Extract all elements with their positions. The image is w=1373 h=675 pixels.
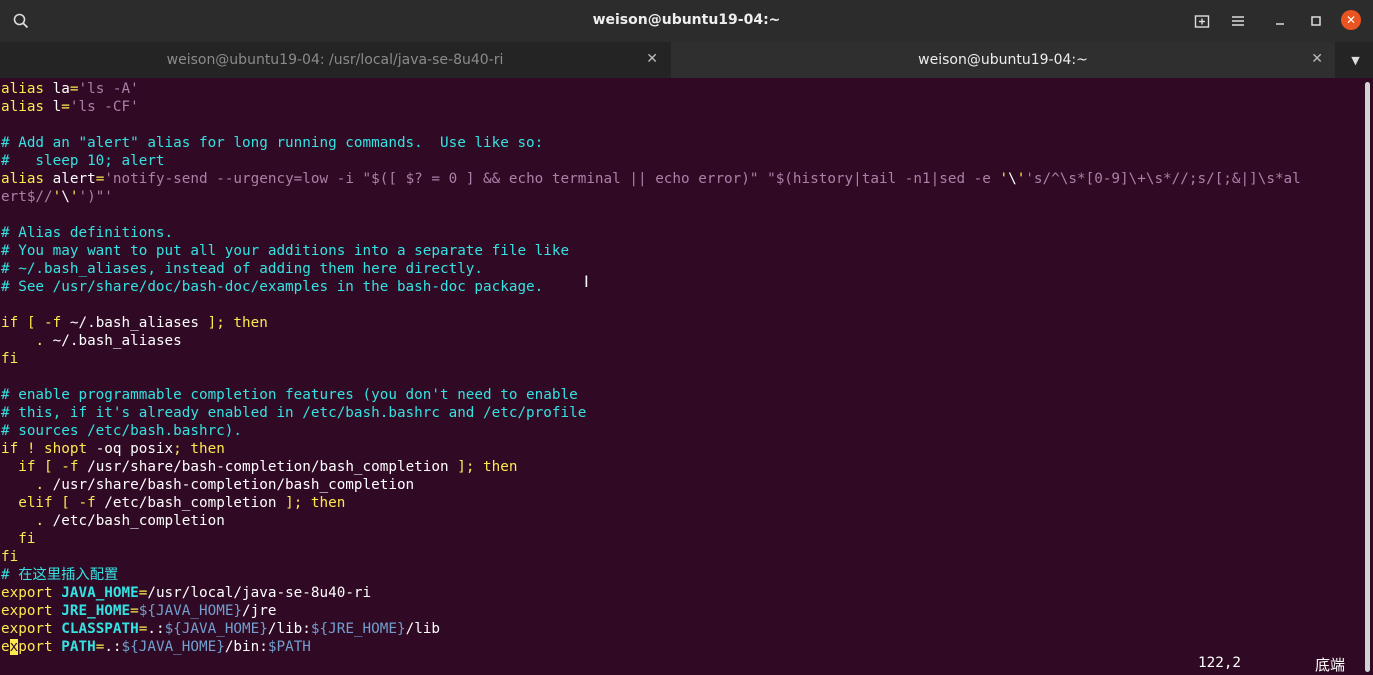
window-title: weison@ubuntu19-04:~ bbox=[592, 12, 781, 28]
tab-label: weison@ubuntu19-04: /usr/local/java-se-8… bbox=[166, 52, 504, 68]
close-icon[interactable]: ✕ bbox=[1341, 10, 1361, 30]
editor-line: export CLASSPATH=.:${JAVA_HOME}/lib:${JR… bbox=[1, 621, 441, 637]
editor-line: . /etc/bash_completion bbox=[35, 513, 225, 529]
editor-line: # See /usr/share/doc/bash-doc/examples i… bbox=[1, 279, 544, 295]
editor-line: alias l='ls -CF' bbox=[1, 99, 139, 115]
editor-line: ert$//'\'')"' bbox=[1, 189, 113, 205]
chevron-down-icon[interactable]: ▼ bbox=[1338, 42, 1373, 78]
editor-line: . /usr/share/bash-completion/bash_comple… bbox=[35, 477, 415, 493]
title-bar: weison@ubuntu19-04:~ ✕ bbox=[0, 0, 1373, 42]
editor-line: # Add an "alert" alias for long running … bbox=[1, 135, 544, 151]
scrollbar-thumb[interactable] bbox=[1365, 82, 1370, 672]
new-tab-icon[interactable] bbox=[1189, 8, 1215, 34]
tab-bar: weison@ubuntu19-04: /usr/local/java-se-8… bbox=[0, 42, 1373, 78]
editor-line: # sleep 10; alert bbox=[1, 153, 165, 169]
close-icon[interactable]: ✕ bbox=[1311, 51, 1323, 67]
cursor-position: 122,2 bbox=[1198, 655, 1242, 671]
editor-line: # this, if it's already enabled in /etc/… bbox=[1, 405, 587, 421]
terminal-view[interactable]: alias la='ls -A' alias l='ls -CF' # Add … bbox=[0, 80, 1362, 674]
editor-line: . ~/.bash_aliases bbox=[35, 333, 182, 349]
editor-line: export JAVA_HOME=/usr/local/java-se-8u40… bbox=[1, 585, 372, 601]
editor-line: # enable programmable completion feature… bbox=[1, 387, 578, 403]
editor-line: # sources /etc/bash.bashrc). bbox=[1, 423, 243, 439]
editor-line: fi bbox=[1, 351, 19, 367]
editor-line: alias la='ls -A' bbox=[1, 81, 139, 97]
close-icon[interactable]: ✕ bbox=[646, 51, 658, 67]
ibeam-cursor-icon: I bbox=[584, 272, 589, 291]
maximize-icon[interactable] bbox=[1303, 8, 1329, 34]
editor-line: # ~/.bash_aliases, instead of adding the… bbox=[1, 261, 484, 277]
tab-java-dir[interactable]: weison@ubuntu19-04: /usr/local/java-se-8… bbox=[0, 42, 670, 78]
tab-home[interactable]: weison@ubuntu19-04:~ ✕ bbox=[671, 42, 1335, 78]
editor-line: if ! shopt -oq posix; then bbox=[1, 441, 225, 457]
hamburger-menu-icon[interactable] bbox=[1225, 8, 1251, 34]
editor-line: # Alias definitions. bbox=[1, 225, 174, 241]
scrollbar[interactable] bbox=[1363, 80, 1373, 674]
editor-line: # 在这里插入配置 bbox=[1, 567, 119, 583]
minimize-icon[interactable] bbox=[1267, 8, 1293, 34]
editor-line: fi bbox=[18, 531, 36, 547]
editor-line: export PATH=.:${JAVA_HOME}/bin:$PATH bbox=[1, 639, 311, 655]
editor-line: elif [ -f /etc/bash_completion ]; then bbox=[18, 495, 346, 511]
editor-line: alias alert='notify-send --urgency=low -… bbox=[1, 171, 1301, 187]
scroll-position: 底端 bbox=[1315, 656, 1346, 674]
text-cursor: x bbox=[9, 639, 19, 655]
editor-line: if [ -f /usr/share/bash-completion/bash_… bbox=[18, 459, 518, 475]
editor-line: export JRE_HOME=${JAVA_HOME}/jre bbox=[1, 603, 277, 619]
editor-line: fi bbox=[1, 549, 19, 565]
tab-label: weison@ubuntu19-04:~ bbox=[918, 52, 1088, 68]
editor-line: if [ -f ~/.bash_aliases ]; then bbox=[1, 315, 268, 331]
editor-line: # You may want to put all your additions… bbox=[1, 243, 570, 259]
